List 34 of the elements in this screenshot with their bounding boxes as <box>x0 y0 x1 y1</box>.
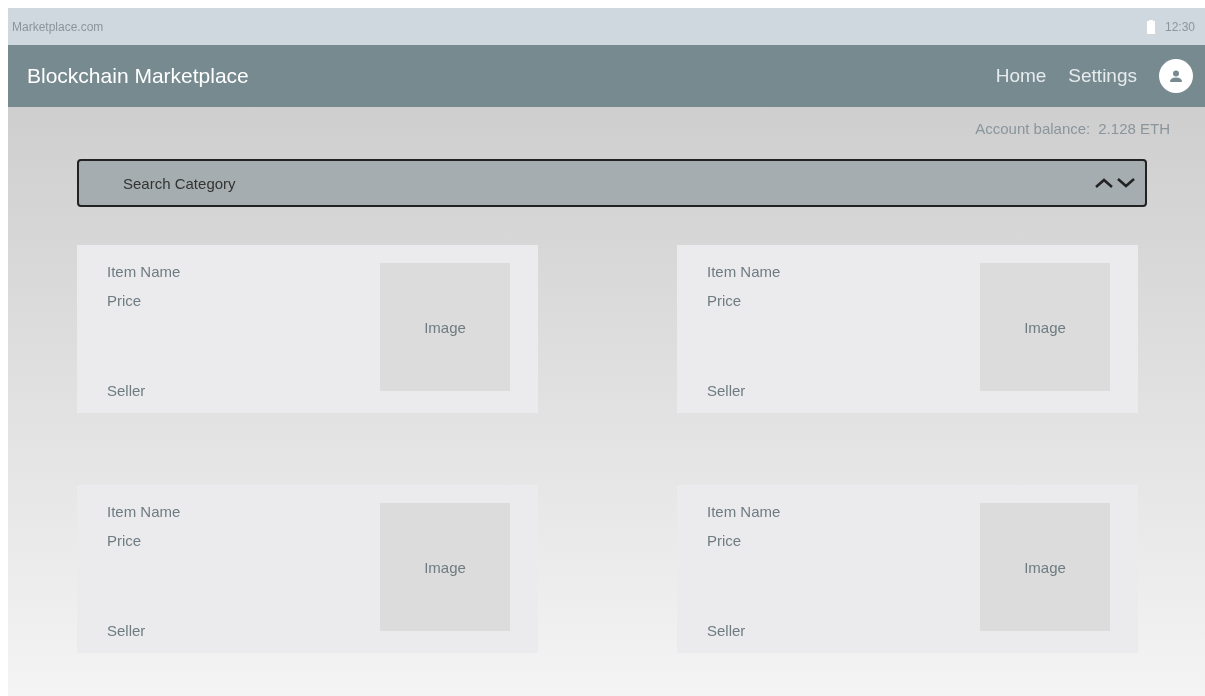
avatar-button[interactable] <box>1159 59 1193 93</box>
item-name: Item Name <box>707 503 782 520</box>
item-card[interactable]: Item Name Price Seller Image <box>677 485 1138 653</box>
balance-value: 2.128 ETH <box>1098 120 1170 139</box>
clock-text: 12:30 <box>1164 19 1195 34</box>
search-field[interactable]: Search Category <box>121 173 1093 193</box>
battery-icon <box>1146 19 1155 34</box>
image-placeholder: Image <box>380 503 510 631</box>
nav-link[interactable]: Settings <box>1068 65 1137 87</box>
category-dropdown[interactable]: Search Category <box>77 159 1147 207</box>
item-seller: Seller <box>107 382 147 399</box>
item-seller: Seller <box>707 622 747 639</box>
item-seller: Seller <box>107 622 147 639</box>
image-placeholder: Image <box>380 263 510 391</box>
item-price: Price <box>707 292 743 309</box>
image-placeholder: Image <box>980 263 1110 391</box>
item-price: Price <box>107 292 143 309</box>
chevron-down-icon[interactable] <box>1115 176 1137 190</box>
item-card[interactable]: Item Name Price Seller Image <box>677 245 1138 413</box>
item-card[interactable]: Item Name Price Seller Image <box>77 485 538 653</box>
image-placeholder: Image <box>980 503 1110 631</box>
chevron-up-icon[interactable] <box>1093 176 1115 190</box>
item-price: Price <box>107 532 143 549</box>
url-text: Marketplace.com <box>12 19 104 34</box>
nav-link[interactable]: Home <box>995 65 1047 87</box>
item-name: Item Name <box>707 263 782 280</box>
item-price: Price <box>707 532 743 549</box>
item-seller: Seller <box>707 382 747 399</box>
app-title: Blockchain Marketplace <box>27 64 249 88</box>
balance-label: Account balance: <box>975 120 1091 139</box>
item-card[interactable]: Item Name Price Seller Image <box>77 245 538 413</box>
person-icon <box>1169 70 1183 82</box>
item-name: Item Name <box>107 503 182 520</box>
item-name: Item Name <box>107 263 182 280</box>
